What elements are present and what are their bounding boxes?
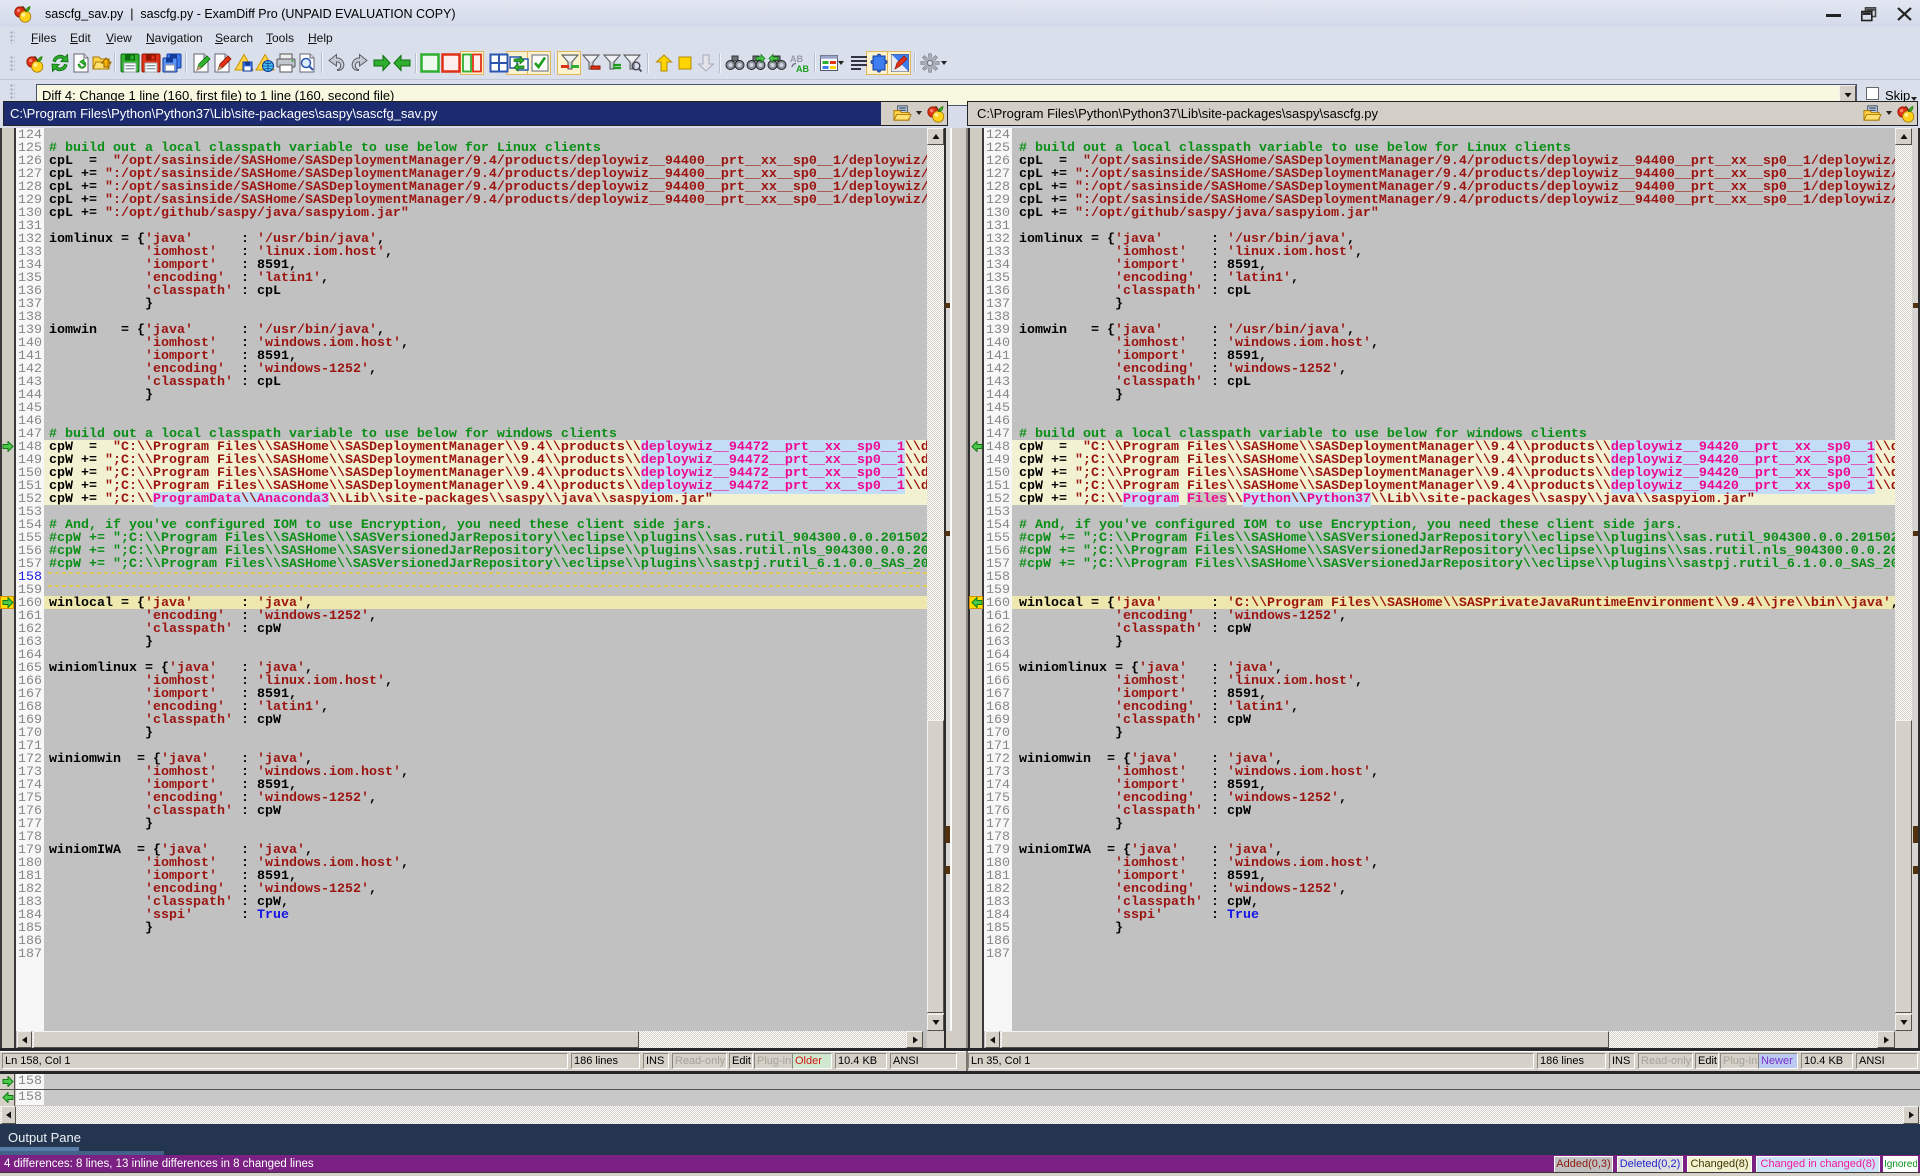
svg-text:AB: AB [790,54,803,64]
svg-text:AB: AB [796,64,809,73]
